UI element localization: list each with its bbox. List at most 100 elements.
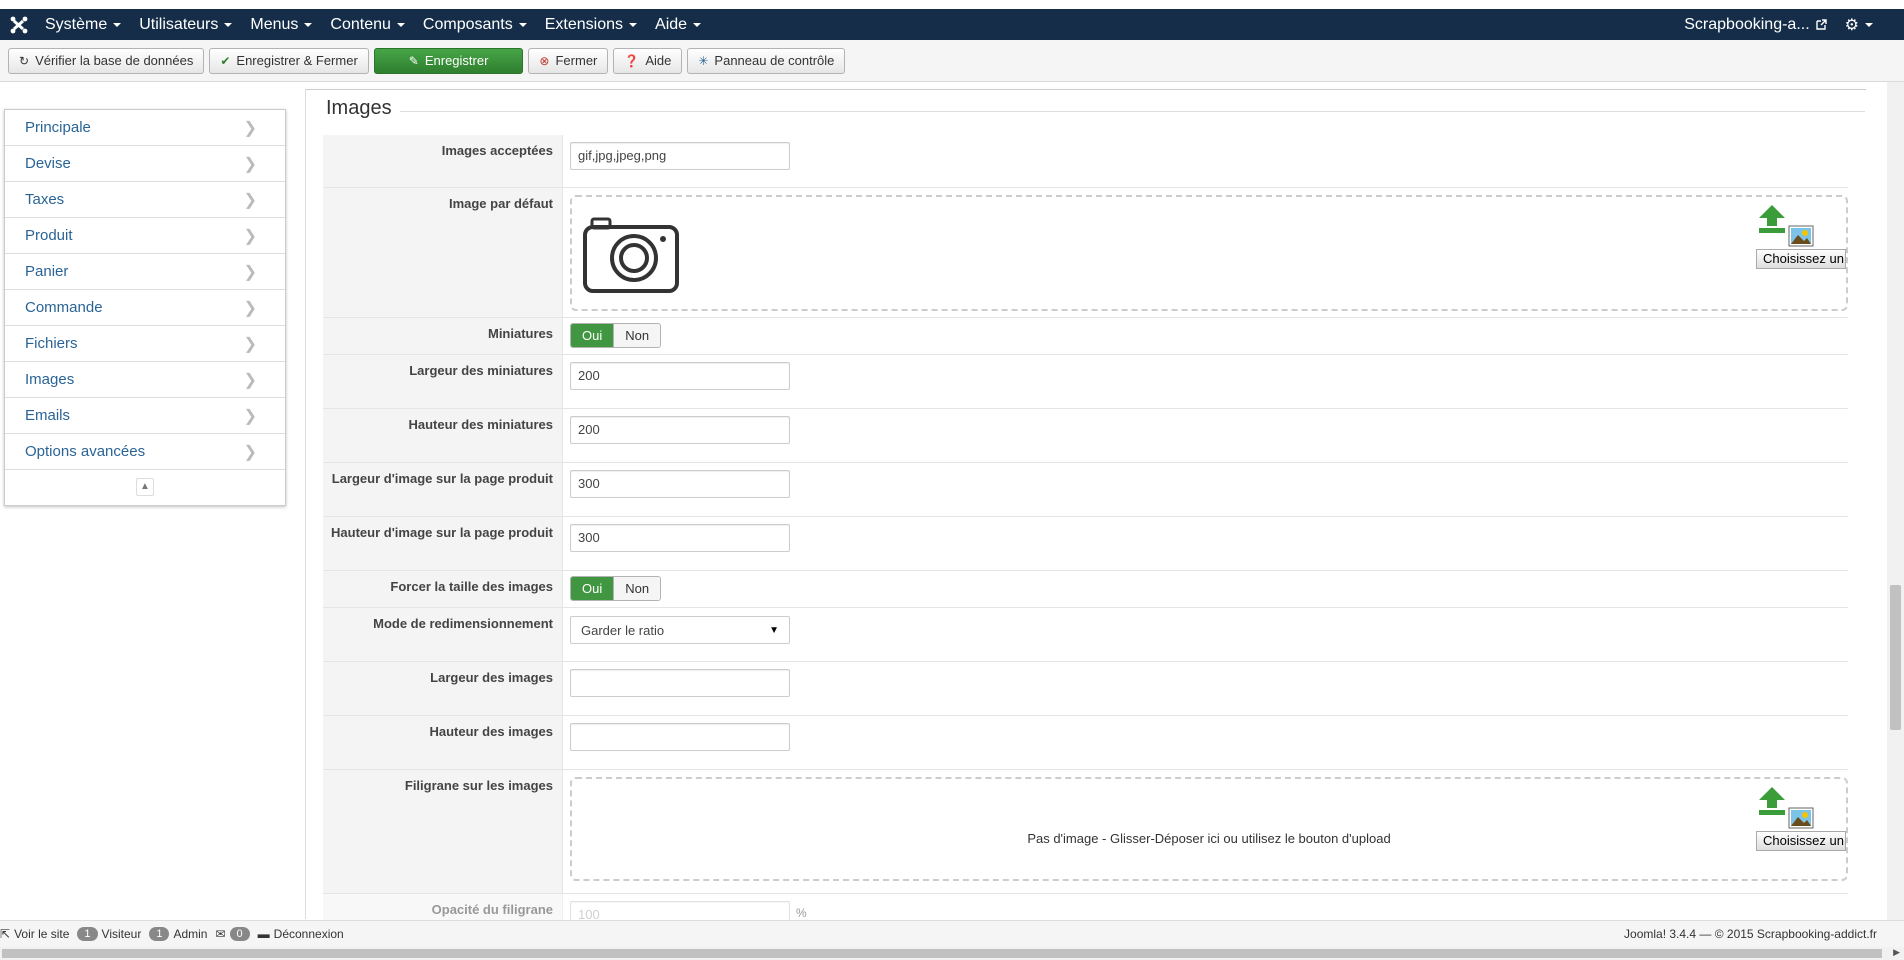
menu-label: Contenu (330, 15, 391, 33)
admins-status: 1 Admin (149, 927, 207, 941)
field-label: Largeur des images (323, 662, 563, 715)
sidebar-item-emails[interactable]: Emails ❯ (5, 398, 285, 434)
product-image-height-input[interactable]: 300 (570, 524, 790, 552)
menu-menus[interactable]: Menus (241, 9, 321, 40)
thumbnails-no-option[interactable]: Non (613, 324, 661, 347)
logout-link[interactable]: ▬ Déconnexion (258, 927, 344, 941)
thumbnails-yes-option[interactable]: Oui (571, 324, 614, 347)
menu-aide[interactable]: Aide (646, 9, 710, 40)
choose-file-button[interactable]: Choisissez un fichier (1756, 831, 1846, 851)
scrollbar-thumb[interactable] (1890, 585, 1901, 730)
accepted-images-input[interactable]: gif,jpg,jpeg,png (570, 142, 790, 170)
sidebar-item-label: Taxes (25, 191, 65, 208)
minus-icon: ▬ (257, 927, 270, 941)
field-label: Hauteur des images (323, 716, 563, 769)
sidebar-item-principale[interactable]: Principale ❯ (5, 110, 285, 146)
messages-status[interactable]: ✉ 0 (215, 927, 250, 941)
scrollbar-thumb[interactable] (2, 949, 1882, 958)
status-footer: ⇱ Voir le site 1 Visiteur 1 Admin ✉ 0 ▬ Décon… (0, 920, 1904, 947)
force-size-yes-option[interactable]: Oui (571, 577, 614, 600)
legend-rule (323, 111, 1865, 112)
help-button[interactable]: ❓ Aide (613, 47, 683, 74)
sidebar-item-devise[interactable]: Devise ❯ (5, 146, 285, 182)
section-title: Images (318, 97, 400, 120)
menu-utilisateurs[interactable]: Utilisateurs (130, 9, 241, 40)
joomla-logo-icon[interactable] (2, 9, 36, 40)
config-sidebar: Principale ❯ Devise ❯ Taxes ❯ Produit ❯ Pani… (4, 109, 286, 506)
view-site-label: Voir le site (14, 927, 70, 941)
watermark-empty-text: Pas d'image - Glisser-Déposer ici ou uti… (1027, 831, 1391, 846)
default-image-dropzone[interactable]: Choisissez un fichier (570, 195, 1848, 311)
save-close-button[interactable]: ✔ Enregistrer & Fermer (209, 47, 369, 74)
envelope-icon: ✉ (215, 927, 226, 941)
vertical-scrollbar[interactable] (1887, 82, 1904, 920)
sidebar-item-fichiers[interactable]: Fichiers ❯ (5, 326, 285, 362)
form-row-thumbnails: Miniatures Oui Non (323, 318, 1848, 355)
image-width-input[interactable] (570, 669, 790, 697)
field-label: Filigrane sur les images (323, 770, 563, 893)
caret-down-icon (113, 22, 122, 27)
camera-icon (583, 217, 679, 293)
messages-badge: 0 (229, 927, 250, 941)
visitors-label: Visiteur (101, 927, 142, 941)
product-image-width-input[interactable]: 300 (570, 470, 790, 498)
select-value: Garder le ratio (581, 622, 665, 638)
external-link-icon (1815, 19, 1827, 30)
upload-icon[interactable] (1756, 785, 1788, 817)
thumb-width-input[interactable]: 200 (570, 362, 790, 390)
resize-mode-select[interactable]: Garder le ratio ▼ (570, 616, 790, 644)
close-button[interactable]: ⊗ Fermer (528, 47, 609, 74)
percent-unit: % (796, 906, 807, 920)
caret-down-icon (629, 22, 638, 27)
horizontal-scrollbar[interactable]: ▶ (0, 947, 1904, 960)
upload-icon[interactable] (1756, 203, 1788, 235)
sidebar-item-options-avancees[interactable]: Options avancées ❯ (5, 434, 285, 470)
question-icon: ❓ (624, 53, 640, 68)
visitors-status: 1 Visiteur (77, 927, 141, 941)
menu-extensions[interactable]: Extensions (536, 9, 646, 40)
button-label: Enregistrer (424, 53, 489, 68)
field-label: Largeur d'image sur la page produit (323, 463, 563, 516)
admins-label: Admin (173, 927, 208, 941)
sidebar-item-produit[interactable]: Produit ❯ (5, 218, 285, 254)
field-label: Hauteur d'image sur la page produit (323, 517, 563, 570)
site-link[interactable]: Scrapbooking-a... (1675, 9, 1835, 40)
menu-label: Extensions (544, 15, 624, 33)
settings-menu[interactable]: ⚙ (1836, 9, 1882, 40)
chevron-right-icon: ❯ (243, 227, 257, 245)
thumbnails-toggle: Oui Non (570, 323, 662, 348)
control-panel-button[interactable]: ✳ Panneau de contrôle (687, 47, 846, 74)
force-size-no-option[interactable]: Non (613, 577, 661, 600)
save-button[interactable]: ✎ Enregistrer (373, 47, 524, 74)
copyright-text: Joomla! 3.4.4 — © 2015 Scrapbooking-addi… (1624, 927, 1877, 941)
caret-down-icon (518, 22, 527, 27)
menu-contenu[interactable]: Contenu (321, 9, 414, 40)
sidebar-item-taxes[interactable]: Taxes ❯ (5, 182, 285, 218)
scroll-right-icon[interactable]: ▶ (1893, 947, 1900, 958)
check-database-button[interactable]: ↻ Vérifier la base de données (8, 47, 205, 74)
logout-label: Déconnexion (273, 927, 344, 941)
external-link-icon: ⇱ (0, 927, 11, 941)
dashboard-icon: ✳ (698, 53, 709, 68)
watermark-dropzone[interactable]: Pas d'image - Glisser-Déposer ici ou uti… (570, 777, 1848, 881)
view-site-link[interactable]: ⇱ Voir le site (0, 927, 69, 941)
force-size-toggle: Oui Non (570, 576, 662, 601)
caret-down-icon (224, 22, 233, 27)
gear-icon: ⚙ (1844, 16, 1859, 34)
choose-file-button[interactable]: Choisissez un fichier (1756, 249, 1846, 269)
form-row-default-image: Image par défaut Choisissez un fichier (323, 188, 1848, 318)
button-label: Panneau de contrôle (714, 53, 835, 68)
sidebar-item-label: Panier (25, 263, 69, 280)
menu-composants[interactable]: Composants (414, 9, 536, 40)
form-row-watermark: Filigrane sur les images Pas d'image - G… (323, 770, 1848, 894)
sidebar-item-commande[interactable]: Commande ❯ (5, 290, 285, 326)
check-icon: ✔ (220, 53, 231, 68)
sidebar-item-images[interactable]: Images ❯ (5, 362, 285, 398)
edit-icon: ✎ (408, 53, 419, 68)
refresh-icon: ↻ (19, 53, 30, 68)
thumb-height-input[interactable]: 200 (570, 416, 790, 444)
image-height-input[interactable] (570, 723, 790, 751)
menu-systeme[interactable]: Système (36, 9, 130, 40)
sidebar-item-panier[interactable]: Panier ❯ (5, 254, 285, 290)
collapse-up-icon[interactable]: ▲ (136, 478, 154, 496)
